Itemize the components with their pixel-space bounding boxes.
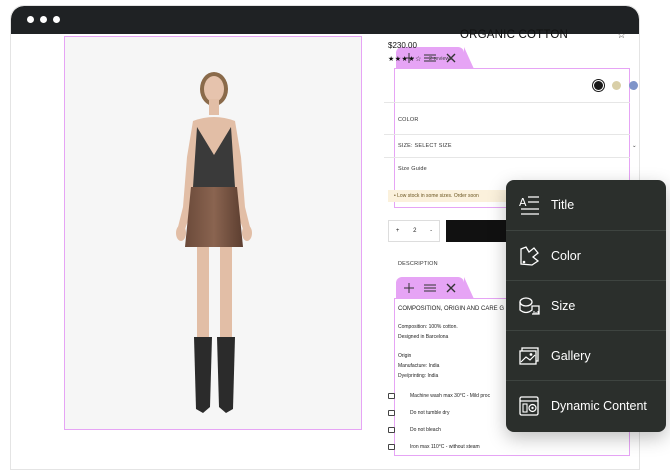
dynamic-content-icon [519, 395, 539, 416]
block-menu: A Title Color Size Gallery Dynamic Conte… [506, 180, 666, 432]
divider [384, 102, 630, 103]
menu-item-label: Gallery [551, 348, 591, 363]
designed-line: Designed in Barcelona [398, 334, 449, 340]
menu-item-title[interactable]: A Title [506, 180, 666, 230]
menu-item-label: Title [551, 198, 575, 212]
svg-text:A: A [519, 196, 527, 209]
move-icon[interactable] [404, 283, 414, 293]
qty-value: 2 [413, 228, 417, 234]
menu-item-label: Size [551, 298, 576, 313]
qty-plus-button[interactable]: + [396, 228, 400, 234]
stock-notice: • Low stock in some sizes. Order soon [388, 190, 506, 202]
menu-item-color[interactable]: Color [506, 230, 666, 280]
gallery-icon [519, 346, 539, 365]
care-item: Do not tumble dry [410, 410, 450, 416]
menu-item-label: Color [551, 248, 581, 263]
color-label: COLOR [398, 117, 419, 123]
product-image[interactable] [64, 36, 362, 430]
bleach-icon [388, 427, 395, 433]
description-label[interactable]: DESCRIPTION [398, 261, 438, 267]
rating-stars: ★★★★☆ [388, 56, 422, 63]
dye-line: Dye/printing: India [398, 373, 439, 379]
window-dot-icon [53, 16, 60, 23]
menu-item-label: Dynamic Content [551, 398, 647, 413]
title-icon: A [519, 196, 539, 215]
menu-item-dynamic-content[interactable]: Dynamic Content [506, 380, 666, 430]
model-figure [176, 72, 252, 413]
menu-item-size[interactable]: Size [506, 280, 666, 330]
care-item: Do not bleach [410, 427, 441, 433]
divider [384, 134, 630, 135]
color-icon [520, 245, 540, 266]
origin-label: Origin [398, 353, 412, 359]
add-to-cart-button[interactable] [446, 220, 506, 242]
composition-line: Composition: 100% cotton. [398, 324, 458, 330]
tumble-dry-icon [388, 410, 395, 416]
care-item: Iron max 110°C - without steam [410, 444, 480, 450]
qty-minus-button[interactable]: - [430, 228, 432, 234]
color-swatch-blue[interactable] [629, 81, 638, 90]
window-dot-icon [27, 16, 34, 23]
composition-editor-tab [396, 277, 474, 299]
wishlist-icon[interactable]: ☆ [617, 30, 626, 41]
color-swatch-beige[interactable] [612, 81, 621, 90]
size-select[interactable]: SIZE: SELECT SIZE [398, 143, 452, 149]
window-dot-icon [40, 16, 47, 23]
delete-icon[interactable] [446, 283, 456, 293]
quantity-stepper[interactable]: + 2 - [388, 220, 440, 242]
size-guide-link[interactable]: Size Guide [398, 166, 427, 172]
product-title: ORGANIC COTTON [460, 29, 569, 41]
size-icon [519, 296, 540, 315]
divider [384, 157, 630, 158]
settings-icon[interactable] [424, 283, 436, 293]
iron-icon [388, 444, 395, 450]
color-swatch-black[interactable] [594, 81, 603, 90]
reviews-count[interactable]: 2 reviews [429, 56, 452, 62]
product-price: $230.00 [388, 41, 417, 50]
manufacture-line: Manufacture: India [398, 363, 440, 369]
wash-icon [388, 393, 395, 399]
care-item: Machine wash max 30°C - Mild proc [410, 393, 491, 399]
chevron-down-icon[interactable]: ⌄ [632, 143, 637, 149]
menu-item-gallery[interactable]: Gallery [506, 330, 666, 380]
composition-heading: COMPOSITION, ORIGIN AND CARE G [398, 306, 505, 312]
